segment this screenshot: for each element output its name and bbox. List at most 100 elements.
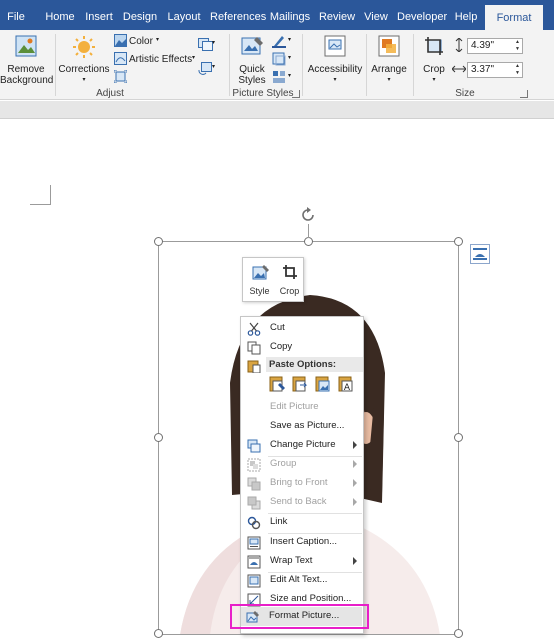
spin-up-icon[interactable]: ▲ bbox=[515, 40, 520, 45]
menu-item-change-picture-label: Change Picture bbox=[270, 439, 336, 450]
crop-button[interactable]: Crop ▾ bbox=[418, 32, 450, 87]
tab-insert[interactable]: Insert bbox=[84, 0, 114, 30]
menu-item-edit-picture[interactable]: Edit Picture bbox=[242, 398, 363, 417]
corrections-button[interactable]: Corrections ▾ bbox=[58, 32, 110, 87]
color-dropdown-icon: ▾ bbox=[156, 37, 160, 43]
artistic-effects-button[interactable]: Artistic Effects ▾ bbox=[112, 51, 196, 67]
crop-dropdown-icon: ▾ bbox=[432, 77, 436, 83]
tab-file[interactable]: File bbox=[0, 0, 32, 30]
resize-handle-left[interactable] bbox=[154, 433, 163, 442]
menu-item-copy[interactable]: Copy bbox=[242, 338, 363, 357]
tab-view[interactable]: View bbox=[362, 0, 390, 30]
remove-background-label: Remove Background bbox=[0, 64, 54, 86]
rotate-handle-icon[interactable] bbox=[299, 206, 317, 224]
accessibility-button[interactable]: Accessibility ▾ bbox=[306, 32, 364, 87]
color-button[interactable]: Color ▾ bbox=[112, 33, 192, 49]
mini-crop-label: Crop bbox=[279, 286, 300, 296]
spin-down-icon[interactable]: ▼ bbox=[515, 47, 520, 52]
paste-picture-icon[interactable] bbox=[314, 375, 332, 393]
group-separator bbox=[413, 34, 414, 96]
menu-item-change-picture[interactable]: Change Picture bbox=[242, 436, 363, 455]
group-separator bbox=[229, 34, 230, 96]
arrange-icon bbox=[378, 35, 400, 57]
menu-item-bring-to-front[interactable]: Bring to Front bbox=[242, 474, 363, 493]
crop-icon bbox=[283, 265, 297, 279]
group-icon bbox=[247, 458, 261, 472]
picture-effects-icon[interactable] bbox=[272, 52, 286, 66]
bring-to-front-icon bbox=[247, 477, 261, 491]
shape-width-input[interactable]: 3.37" ▲ ▼ bbox=[467, 62, 523, 78]
change-picture-icon[interactable] bbox=[198, 38, 213, 51]
quick-styles-button[interactable]: Quick Styles bbox=[233, 32, 271, 87]
resize-handle-top[interactable] bbox=[304, 237, 313, 246]
change-picture-dropdown-icon: ▾ bbox=[212, 40, 216, 46]
artistic-effects-icon bbox=[114, 52, 127, 65]
picture-layout-icon[interactable] bbox=[272, 70, 286, 84]
tab-review[interactable]: Review bbox=[318, 0, 356, 30]
resize-handle-right[interactable] bbox=[454, 433, 463, 442]
menu-item-save-as-picture[interactable]: Save as Picture... bbox=[242, 417, 363, 436]
paste-merge-formatting-icon[interactable] bbox=[291, 375, 309, 393]
menu-item-group[interactable]: Group bbox=[242, 455, 363, 474]
arrange-button[interactable]: Arrange ▾ bbox=[368, 32, 410, 87]
tab-layout[interactable]: Layout bbox=[166, 0, 202, 30]
menu-item-cut[interactable]: Cut bbox=[242, 319, 363, 338]
menu-item-link[interactable]: Link bbox=[242, 513, 363, 532]
menu-item-send-to-back[interactable]: Send to Back bbox=[242, 493, 363, 512]
corrections-dropdown-icon: ▾ bbox=[82, 77, 86, 83]
menu-item-cut-label: Cut bbox=[270, 322, 285, 333]
layout-options-button[interactable] bbox=[470, 244, 490, 264]
menu-item-insert-caption[interactable]: Insert Caption... bbox=[242, 533, 363, 552]
ruler-band bbox=[0, 101, 554, 119]
picture-border-dropdown-icon: ▾ bbox=[288, 37, 292, 43]
tab-mailings[interactable]: Mailings bbox=[268, 0, 312, 30]
menu-item-edit-alt-text[interactable]: Edit Alt Text... bbox=[242, 571, 363, 590]
resize-handle-top-right[interactable] bbox=[454, 237, 463, 246]
accessibility-dropdown-icon: ▾ bbox=[333, 77, 337, 83]
paste-keep-source-formatting-icon[interactable] bbox=[268, 375, 286, 393]
submenu-arrow-icon bbox=[353, 479, 357, 487]
ribbon: Remove Background Corrections ▾ Color ▾ bbox=[0, 30, 554, 100]
send-to-back-icon bbox=[247, 496, 261, 510]
picture-styles-group-label: Picture Styles bbox=[232, 88, 294, 99]
copy-icon bbox=[247, 341, 261, 355]
insert-caption-icon bbox=[247, 536, 261, 550]
mini-style-button[interactable]: Style bbox=[244, 258, 275, 303]
picture-styles-dialog-launcher-icon[interactable] bbox=[292, 90, 300, 98]
menu-item-group-label: Group bbox=[270, 458, 297, 469]
menu-item-copy-label: Copy bbox=[270, 341, 293, 352]
spin-up-icon[interactable]: ▲ bbox=[515, 64, 520, 69]
size-group-label: Size bbox=[455, 88, 475, 99]
resize-handle-bottom-left[interactable] bbox=[154, 629, 163, 638]
spin-down-icon[interactable]: ▼ bbox=[515, 71, 520, 76]
resize-handle-top-left[interactable] bbox=[154, 237, 163, 246]
reset-picture-icon[interactable] bbox=[198, 62, 213, 75]
picture-border-icon[interactable] bbox=[272, 34, 286, 48]
paste-text-only-icon[interactable]: A bbox=[337, 375, 355, 393]
submenu-arrow-icon bbox=[353, 498, 357, 506]
tab-developer[interactable]: Developer bbox=[397, 0, 447, 30]
tab-help[interactable]: Help bbox=[451, 0, 481, 30]
mini-crop-button[interactable]: Crop bbox=[274, 258, 305, 303]
menu-item-wrap-text[interactable]: Wrap Text bbox=[242, 552, 363, 571]
sun-icon bbox=[73, 36, 95, 58]
compress-pictures-icon[interactable] bbox=[114, 70, 127, 83]
color-icon bbox=[114, 34, 127, 47]
alt-text-icon bbox=[247, 574, 261, 588]
tab-home[interactable]: Home bbox=[42, 0, 78, 30]
crop-label: Crop bbox=[423, 64, 445, 75]
quick-styles-label: Quick Styles bbox=[238, 64, 266, 86]
remove-background-button[interactable]: Remove Background bbox=[0, 32, 54, 87]
tab-references[interactable]: References bbox=[210, 0, 266, 30]
shape-height-input[interactable]: 4.39" ▲ ▼ bbox=[467, 38, 523, 54]
submenu-arrow-icon bbox=[353, 460, 357, 468]
tab-design[interactable]: Design bbox=[122, 0, 158, 30]
alt-text-icon bbox=[324, 35, 346, 57]
size-dialog-launcher-icon[interactable] bbox=[520, 90, 528, 98]
menu-item-size-and-position-label: Size and Position... bbox=[270, 593, 352, 604]
svg-text:A: A bbox=[344, 383, 351, 393]
shape-height-icon bbox=[455, 38, 463, 52]
artistic-effects-label: Artistic Effects bbox=[129, 54, 193, 65]
shape-width-icon bbox=[452, 65, 466, 73]
resize-handle-bottom-right[interactable] bbox=[454, 629, 463, 638]
